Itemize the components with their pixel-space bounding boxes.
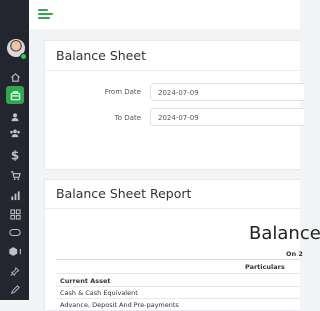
svg-text:$: $ [11,149,19,161]
pin-icon[interactable] [6,262,24,280]
bar-chart-icon[interactable] [6,186,24,204]
briefcase-icon[interactable] [6,86,24,104]
table-row: Current Asset [60,277,111,285]
to-date-input[interactable]: 2024-07-09 [150,108,304,126]
box-icon[interactable] [6,242,24,260]
card-divider [45,208,300,209]
online-status-dot [20,53,27,60]
from-date-label: From Date [104,88,141,96]
grid-icon[interactable] [6,205,24,223]
hamburger-menu-icon[interactable] [38,7,55,21]
table-row: Advance, Deposit And Pre-payments [60,301,179,309]
balance-sheet-form-card: Balance Sheet From Date 2024-07-09 To Da… [44,40,304,170]
from-date-input[interactable]: 2024-07-09 [150,83,304,101]
report-card-title: Balance Sheet Report [56,186,192,201]
top-bar [29,0,300,29]
sidebar: $ [0,0,29,300]
to-date-label: To Date [114,114,141,122]
pencil-icon[interactable] [6,281,24,299]
report-date-subheading: On 2 [286,250,303,258]
home-icon[interactable] [6,68,24,86]
cart-icon[interactable] [6,166,24,184]
toggle-icon[interactable] [6,223,24,241]
card-divider [45,70,300,71]
balance-sheet-report-card: Balance Sheet Report Balance On 2 Partic… [44,179,320,311]
table-row: Cash & Cash Equivalent [60,289,138,297]
form-card-title: Balance Sheet [56,48,146,63]
particulars-column-header: Particulars [245,263,285,271]
report-table: Particulars Current Asset Cash & Cash Eq… [56,259,300,309]
dollar-icon[interactable]: $ [6,146,24,164]
users-icon[interactable] [6,124,24,142]
report-heading: Balance [249,223,320,244]
